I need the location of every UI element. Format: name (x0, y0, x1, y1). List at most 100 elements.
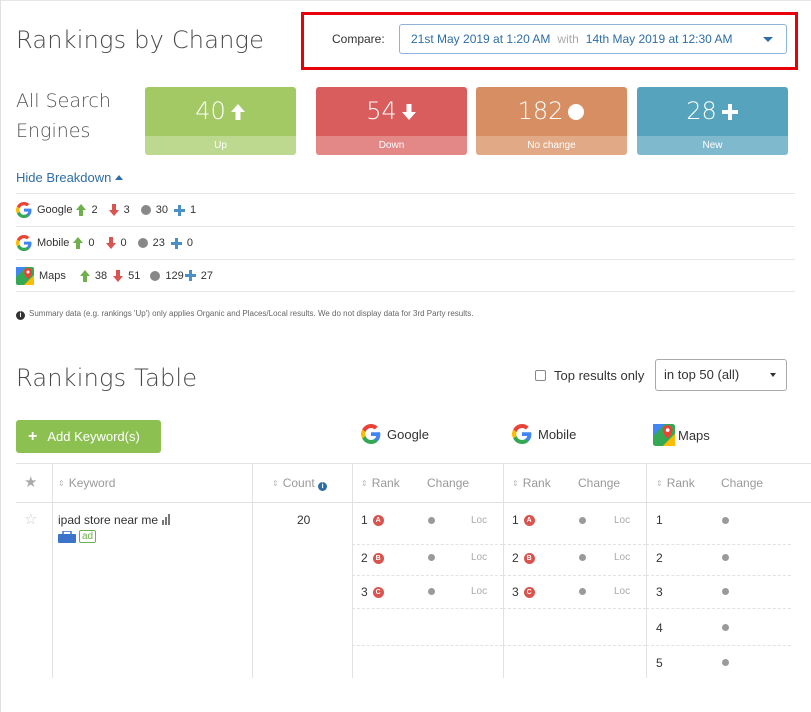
google-maps-icon (653, 424, 675, 446)
top-results-checkbox[interactable] (535, 370, 546, 381)
plus-icon: + (28, 428, 38, 445)
info-icon: i (16, 311, 25, 320)
breakdown-up: 0 (73, 237, 95, 249)
row-divider (503, 575, 646, 576)
no-change-dot (722, 517, 729, 524)
circle-icon (137, 238, 148, 248)
no-change-dot (722, 588, 729, 595)
arrow-up-icon (230, 104, 245, 120)
no-change-dot (579, 588, 586, 595)
column-divider (252, 463, 253, 678)
compare-from-date: 21st May 2019 at 1:20 AM (411, 32, 551, 46)
column-divider (52, 463, 53, 678)
no-change-dot (428, 588, 435, 595)
compare-with-text: with (557, 32, 579, 46)
breakdown-row-mobile: Mobile 0 0 23 0 (16, 226, 795, 259)
local-tag: Loc (614, 552, 631, 563)
add-keyword-button[interactable]: + Add Keyword(s) (16, 420, 161, 453)
plus-icon (170, 237, 182, 249)
maps-rank-3[interactable]: 3 (656, 585, 663, 599)
count-column-header[interactable]: ⇕ Count i (272, 476, 331, 491)
circle-icon (568, 104, 585, 120)
breakdown-down: 51 (113, 269, 140, 282)
mobile-rank-header[interactable]: ⇕ Rank (512, 476, 551, 490)
google-icon (16, 235, 32, 251)
rankings-table-title: Rankings Table (16, 364, 198, 392)
breakdown-up: 2 (76, 204, 98, 216)
google-rank-2[interactable]: 2B (361, 551, 384, 565)
top-divider (0, 0, 811, 1)
no-change-dot (428, 517, 435, 524)
row-divider (646, 645, 791, 646)
stat-down-value: 54 (366, 97, 397, 125)
breakdown-new: 27 (184, 270, 213, 282)
row-divider (503, 645, 646, 646)
compare-dates-dropdown[interactable]: 21st May 2019 at 1:20 AM with 14th May 201… (399, 24, 787, 54)
stat-down-card: 54 Down (316, 87, 467, 155)
breakdown-engine-name: Maps (39, 269, 66, 282)
breakdown-same: 30 (140, 204, 168, 216)
maps-rank-4[interactable]: 4 (656, 621, 663, 635)
breakdown-engine-name: Google (37, 204, 73, 216)
stat-nochange-card: 182 No change (476, 87, 627, 155)
local-tag: Loc (614, 515, 631, 526)
row-divider (352, 544, 503, 545)
page-title: Rankings by Change (16, 26, 265, 54)
compare-to-date: 14th May 2019 at 12:30 AM (585, 32, 733, 46)
stat-new-label: New (637, 136, 788, 155)
keyword-badges: ad (58, 530, 97, 543)
google-rank-1[interactable]: 1A (361, 513, 384, 527)
keyword-count: 20 (297, 513, 311, 527)
breakdown-same: 23 (137, 237, 165, 249)
favorite-star-icon[interactable]: ☆ (24, 510, 37, 528)
arrow-up-icon (73, 237, 84, 249)
engine-header-mobile: Mobile (512, 424, 576, 444)
sort-icon: ⇕ (272, 479, 279, 488)
map-pin-icon: A (523, 514, 535, 526)
map-pin-icon: C (523, 586, 535, 598)
compare-label: Compare: (332, 32, 385, 46)
no-change-dot (579, 517, 586, 524)
stat-new-value: 28 (686, 97, 717, 125)
caret-down-icon (770, 373, 776, 377)
stat-up-label: Up (145, 136, 296, 155)
top-results-toggle[interactable]: Top results only (535, 368, 644, 383)
hide-breakdown-link[interactable]: Hide Breakdown (16, 170, 124, 185)
local-tag: Loc (614, 586, 631, 597)
mobile-rank-1[interactable]: 1A (512, 513, 535, 527)
arrow-down-icon (108, 204, 119, 216)
keyword-column-header[interactable]: ⇕ Keyword (58, 476, 115, 490)
google-change-header: Change (427, 476, 470, 490)
google-rank-3[interactable]: 3C (361, 585, 384, 599)
map-pin-icon: B (372, 552, 384, 564)
breakdown-new: 1 (173, 204, 196, 216)
maps-rank-header[interactable]: ⇕ Rank (656, 476, 695, 490)
row-divider (646, 575, 791, 576)
breakdown-row-google: Google 2 3 30 1 (16, 193, 795, 226)
keyword-text[interactable]: ipad store near me (58, 513, 171, 528)
star-filter-icon[interactable]: ★ (24, 473, 37, 491)
row-divider (352, 645, 503, 646)
maps-rank-1[interactable]: 1 (656, 513, 663, 527)
google-rank-header[interactable]: ⇕ Rank (361, 476, 400, 490)
stat-new-card: 28 New (637, 87, 788, 155)
row-divider (646, 544, 791, 545)
left-border (0, 0, 1, 712)
maps-rank-2[interactable]: 2 (656, 551, 663, 565)
circle-icon (140, 205, 151, 215)
top-n-select[interactable]: in top 50 (all) (655, 359, 787, 391)
mobile-rank-3[interactable]: 3C (512, 585, 535, 599)
local-tag: Loc (471, 515, 488, 526)
maps-change-header: Change (721, 476, 764, 490)
arrow-down-icon (401, 104, 416, 120)
row-divider (503, 608, 646, 609)
table-header-bottom-border (16, 502, 811, 503)
maps-rank-5[interactable]: 5 (656, 656, 663, 670)
chart-bars-icon[interactable] (162, 514, 171, 528)
arrow-up-icon (76, 204, 87, 216)
map-pin-icon: B (523, 552, 535, 564)
plus-icon (184, 270, 196, 281)
mobile-rank-2[interactable]: 2B (512, 551, 535, 565)
map-pin-icon: A (372, 514, 384, 526)
all-search-engines-label: All Search Engines (16, 90, 111, 142)
